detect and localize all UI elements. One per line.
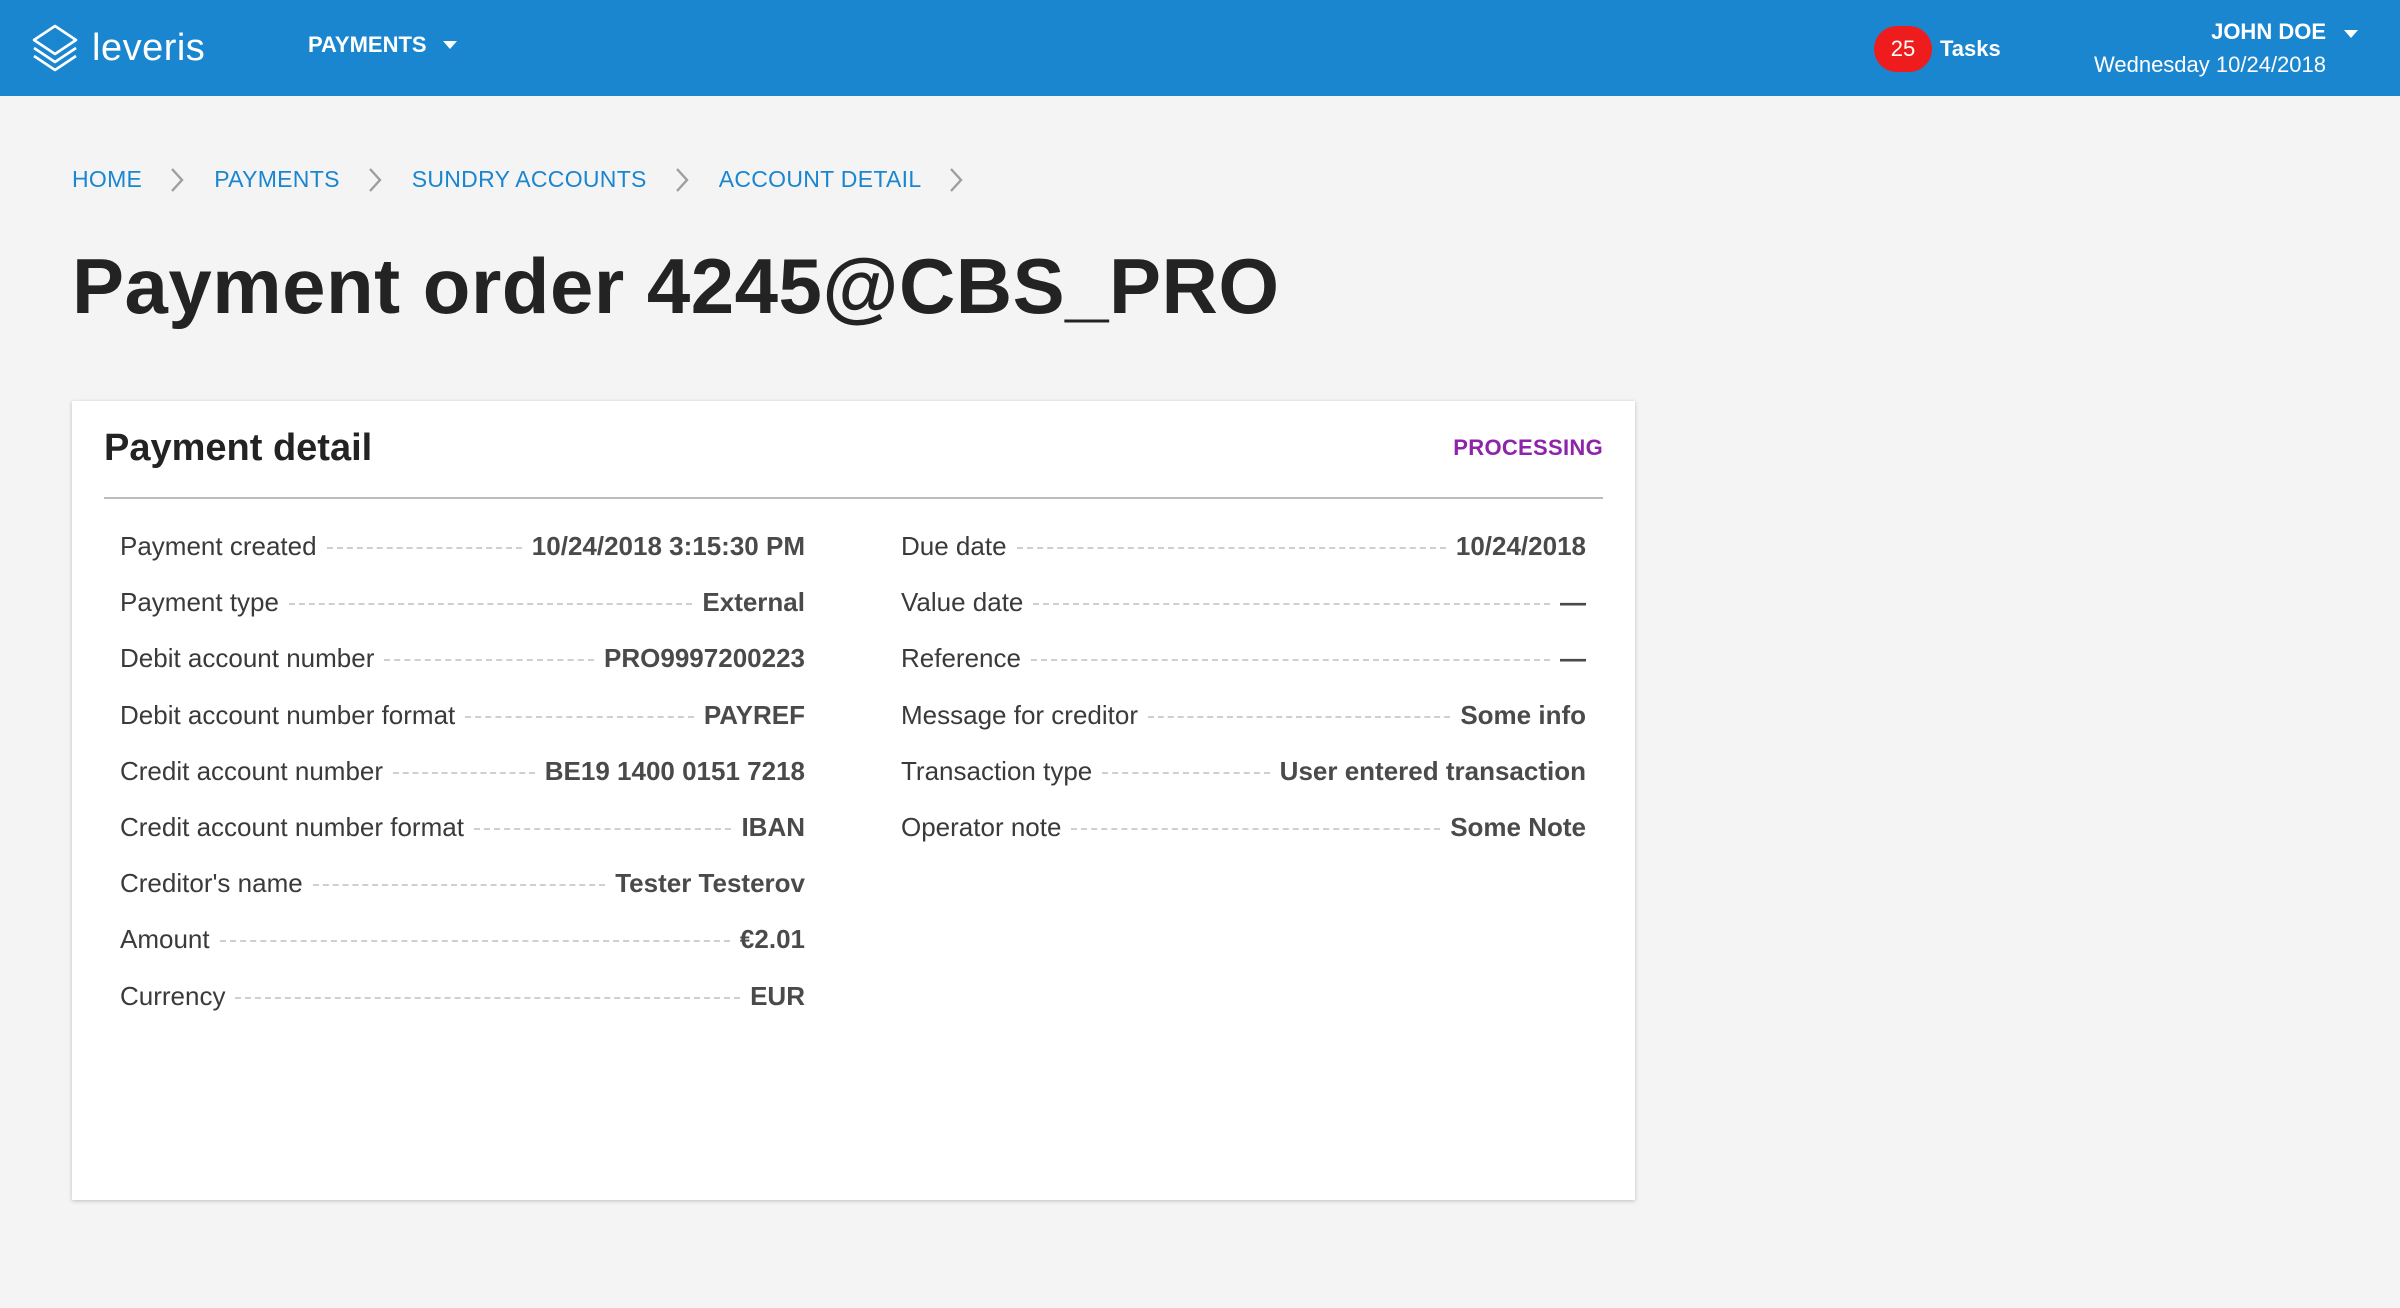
detail-row: Debit account number format PAYREF [120,700,805,756]
dotted-leader [219,940,730,943]
detail-value: 10/24/2018 [1455,531,1586,561]
detail-column-right: Due date 10/24/2018 Value date — Referen… [901,531,1586,868]
detail-row: Message for creditor Some info [901,700,1586,756]
detail-label: Debit account number [120,643,375,674]
detail-value: EUR [750,980,805,1011]
payments-menu-label: PAYMENTS [308,32,427,57]
payments-menu[interactable]: PAYMENTS [308,32,457,58]
dotted-leader [326,547,522,549]
leveris-logo-icon [32,24,78,72]
detail-label: Transaction type [901,755,1093,786]
detail-label: Credit account number format [120,811,464,842]
detail-label: Due date [901,531,1007,561]
detail-label: Reference [901,643,1021,674]
top-bar: leveris PAYMENTS 25 Tasks JOHN DOE Wedne… [0,0,2400,96]
dotted-leader [1030,659,1550,662]
detail-label: Debit account number format [120,699,456,730]
dotted-leader [288,603,693,606]
detail-row: Currency EUR [120,981,805,1037]
chevron-right-icon [675,167,689,193]
chevron-right-icon [368,167,382,193]
dotted-leader [1016,547,1446,549]
detail-row: Reference — [901,643,1586,699]
detail-label: Credit account number [120,755,384,786]
dotted-leader [465,715,694,718]
detail-row: Value date — [901,587,1586,643]
tasks-label: Tasks [1940,36,2001,61]
detail-row: Payment created 10/24/2018 3:15:30 PM [120,531,805,587]
caret-down-icon [2344,30,2358,38]
detail-value: Some Note [1450,811,1586,842]
dotted-leader [1147,715,1451,718]
detail-row: Credit account number BE19 1400 0151 721… [120,756,805,812]
detail-row: Debit account number PRO9997200223 [120,643,805,699]
detail-value: User entered transaction [1279,755,1586,786]
detail-label: Value date [901,587,1024,618]
detail-row: Payment type External [120,587,805,643]
payment-detail-card: Payment detail PROCESSING Payment create… [72,401,1635,1200]
user-name: JOHN DOE [2211,19,2326,44]
page-title: Payment order 4245@CBS_PRO [72,242,1280,330]
detail-value: — [1560,587,1586,618]
dotted-leader [393,771,535,774]
user-info: JOHN DOE Wednesday 10/24/2018 [2094,18,2326,80]
dotted-leader [1102,771,1270,774]
breadcrumb-home[interactable]: HOME [72,166,142,193]
breadcrumb-payments[interactable]: PAYMENTS [214,166,340,193]
breadcrumb-account-detail[interactable]: ACCOUNT DETAIL [719,166,922,193]
detail-label: Message for creditor [901,699,1138,730]
detail-label: Amount [120,924,210,955]
status-badge: PROCESSING [1453,435,1603,460]
detail-row: Due date 10/24/2018 [901,531,1586,587]
chevron-right-icon [949,167,964,193]
card-header: Payment detail PROCESSING [104,421,1603,499]
detail-row: Transaction type User entered transactio… [901,756,1586,812]
chevron-right-icon [170,167,184,193]
dotted-leader [1071,827,1441,830]
detail-value: PAYREF [703,699,805,730]
detail-value: €2.01 [739,924,805,955]
detail-value: IBAN [741,811,805,842]
detail-column-left: Payment created 10/24/2018 3:15:30 PM Pa… [120,531,805,1037]
breadcrumb: HOME PAYMENTS SUNDRY ACCOUNTS ACCOUNT DE… [72,166,993,193]
detail-label: Payment created [120,531,317,561]
detail-label: Currency [120,980,226,1011]
detail-row: Credit account number format IBAN [120,812,805,868]
detail-value: PRO9997200223 [604,643,805,674]
logo-text: leveris [92,26,206,69]
detail-value: Tester Testerov [615,868,805,899]
detail-row: Amount €2.01 [120,924,805,980]
detail-label: Creditor's name [120,868,303,899]
caret-down-icon [442,41,457,49]
app-logo[interactable]: leveris [30,22,205,74]
detail-value: BE19 1400 0151 7218 [544,755,805,786]
dotted-leader [384,659,595,662]
dotted-leader [1033,603,1550,606]
breadcrumb-sundry-accounts[interactable]: SUNDRY ACCOUNTS [412,166,647,193]
current-date: Wednesday 10/24/2018 [2094,52,2326,77]
card-title: Payment detail [104,427,373,469]
user-menu[interactable]: JOHN DOE Wednesday 10/24/2018 [2094,18,2358,80]
tasks-button[interactable]: 25 Tasks [1874,26,2001,72]
detail-label: Payment type [120,587,279,618]
detail-value: External [702,587,805,618]
detail-row: Operator note Some Note [901,812,1586,868]
detail-value: — [1560,643,1586,674]
detail-row: Creditor's name Tester Testerov [120,868,805,924]
detail-value: 10/24/2018 3:15:30 PM [531,531,805,561]
detail-value: Some info [1460,699,1586,730]
detail-label: Operator note [901,811,1062,842]
dotted-leader [235,996,741,999]
dotted-leader [312,884,606,887]
dotted-leader [473,827,732,830]
tasks-count-badge: 25 [1874,26,1932,72]
